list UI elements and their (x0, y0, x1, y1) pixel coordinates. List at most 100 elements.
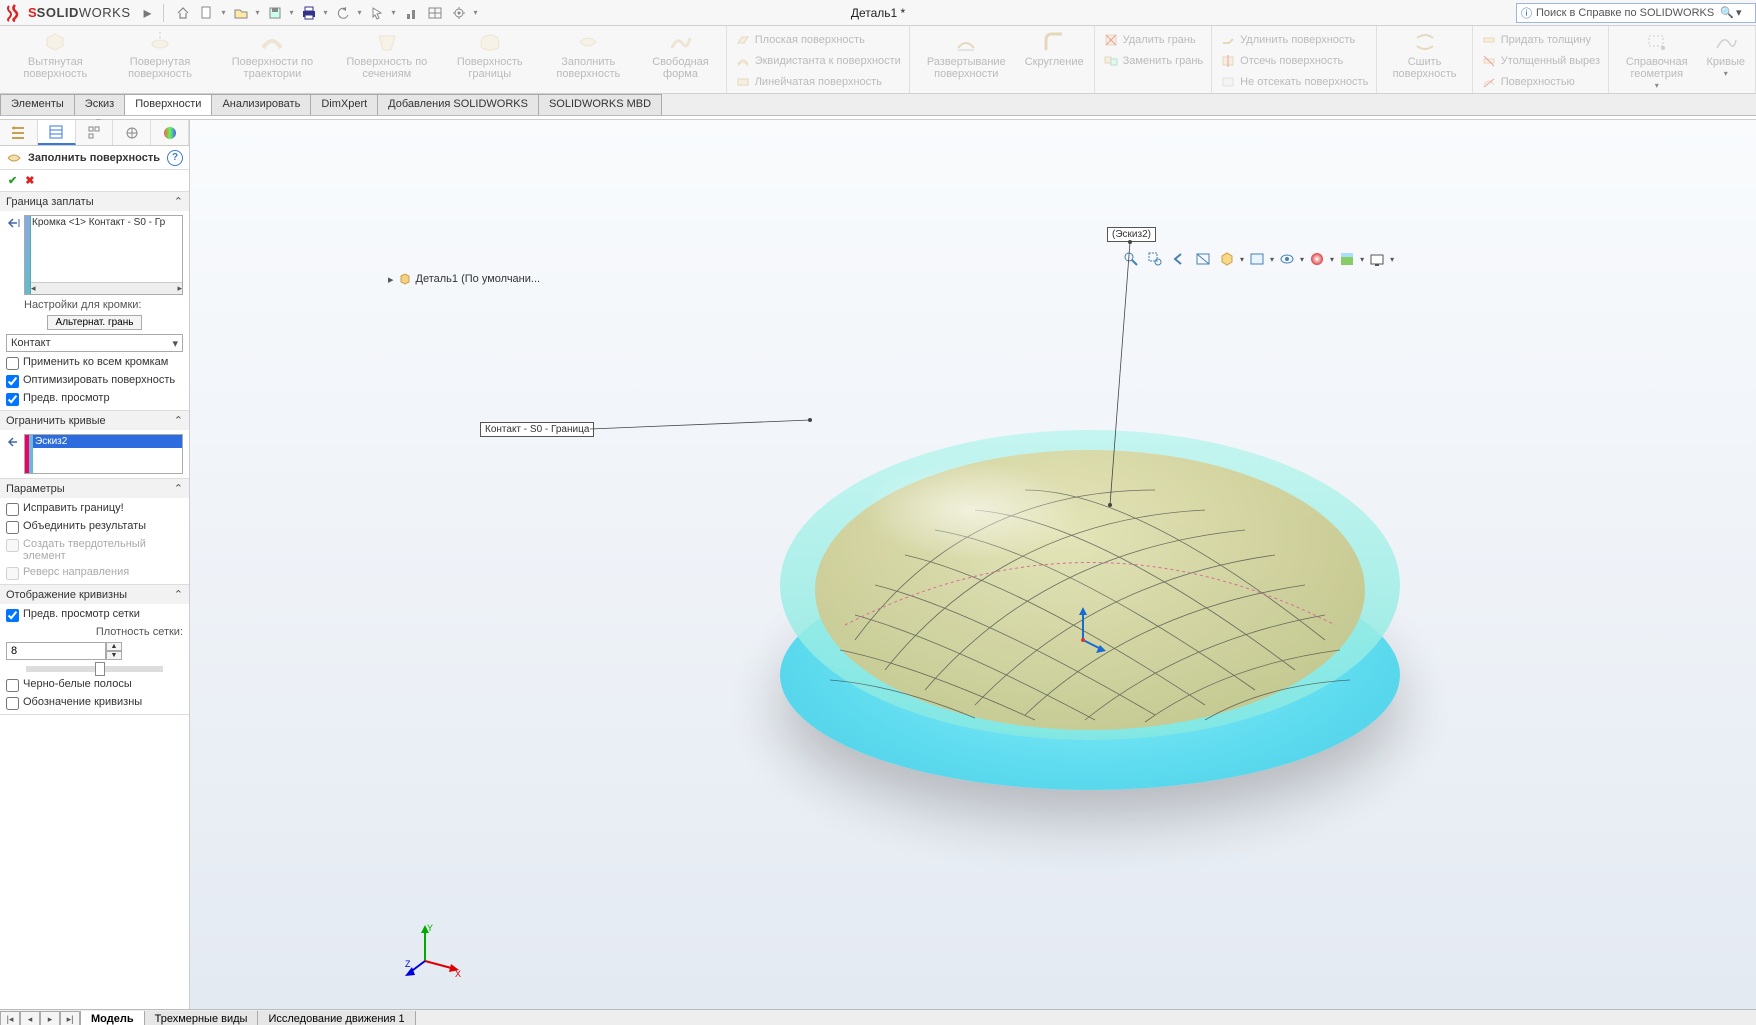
expand-tree-icon[interactable]: ▸ (388, 273, 394, 286)
merge-result-checkbox[interactable]: Объединить результаты (6, 520, 183, 534)
search-dropdown-icon[interactable]: ▾ (1736, 6, 1742, 19)
trim-surface-button[interactable]: Отсечь поверхность (1220, 51, 1368, 71)
offset-surface-button[interactable]: Эквидистанта к поверхности (735, 51, 901, 71)
hide-show-dropdown[interactable]: ▾ (1300, 255, 1304, 264)
configuration-manager-tab[interactable] (76, 120, 114, 145)
extend-surface-button[interactable]: Удлинить поверхность (1220, 30, 1368, 50)
tab-nav-first[interactable]: |◂ (0, 1011, 20, 1025)
graphics-viewport[interactable]: ▸ Деталь1 (По умолчани... ▾ ▾ ▾ ▾ ▾ ▾ (190, 120, 1756, 1009)
property-manager-tab[interactable] (38, 120, 76, 145)
ruled-surface-button[interactable]: Линейчатая поверхность (735, 72, 901, 92)
section-view-icon[interactable] (1192, 248, 1214, 270)
rebuild-icon[interactable] (400, 2, 422, 24)
tab-addins[interactable]: Добавления SOLIDWORKS (377, 94, 539, 115)
constraint-selection-list[interactable]: Эскиз2 (24, 434, 183, 474)
display-manager-tab[interactable] (151, 120, 189, 145)
tab-evaluate[interactable]: Анализировать (211, 94, 311, 115)
mesh-preview-checkbox[interactable]: Предв. просмотр сетки (6, 608, 183, 622)
search-magnifier-icon[interactable]: 🔍 (1720, 6, 1734, 19)
home-icon[interactable] (172, 2, 194, 24)
help-search-box[interactable]: ⓘ Поиск в Справке по SOLIDWORKS 🔍 ▾ (1516, 3, 1756, 23)
options-icon[interactable] (448, 2, 470, 24)
select-dropdown-icon[interactable]: ▾ (390, 2, 398, 24)
zebra-stripes-checkbox[interactable]: Черно-белые полосы (6, 678, 183, 692)
display-style-dropdown[interactable]: ▾ (1270, 255, 1274, 264)
tab-nav-prev[interactable]: ◂ (20, 1011, 40, 1025)
constraint-item[interactable]: Эскиз2 (33, 435, 182, 448)
replace-face-button[interactable]: Заменить грань (1103, 51, 1204, 71)
delete-face-button[interactable]: Удалить грань (1103, 30, 1204, 50)
options-dropdown-icon[interactable]: ▾ (472, 2, 480, 24)
hide-show-icon[interactable] (1276, 248, 1298, 270)
ok-button[interactable]: ✔ (8, 174, 17, 187)
revolved-surface-button[interactable]: Повернутая поверхность (107, 28, 214, 82)
new-dropdown-icon[interactable]: ▾ (220, 2, 228, 24)
view-settings-icon[interactable] (1366, 248, 1388, 270)
boundary-surface-button[interactable]: Поверхность границы (442, 28, 537, 82)
freeform-button[interactable]: Свободная форма (639, 28, 721, 82)
tab-nav-next[interactable]: ▸ (40, 1011, 60, 1025)
tab-dimxpert[interactable]: DimXpert (310, 94, 378, 115)
cut-with-surface-button[interactable]: Поверхностью (1481, 72, 1600, 92)
extruded-surface-button[interactable]: Вытянутая поверхность (4, 28, 107, 82)
dimxpert-manager-tab[interactable] (113, 120, 151, 145)
save-dropdown-icon[interactable]: ▾ (288, 2, 296, 24)
reference-geometry-button[interactable]: Справочная геометрия▾ (1613, 28, 1700, 93)
reverse-constraint-icon[interactable] (6, 434, 22, 450)
bottom-tab-model[interactable]: Модель (80, 1011, 145, 1025)
tab-mbd[interactable]: SOLIDWORKS MBD (538, 94, 662, 115)
select-icon[interactable] (366, 2, 388, 24)
expand-menu-icon[interactable]: ▸ (137, 2, 159, 24)
fillet-button[interactable]: Скругление (1019, 28, 1090, 70)
save-icon[interactable] (264, 2, 286, 24)
section-curvature-display[interactable]: Отображение кривизны⌃ (0, 585, 189, 604)
bottom-tab-motion-study[interactable]: Исследование движения 1 (257, 1011, 415, 1025)
tab-overflow-icon[interactable]: ▿ (96, 116, 101, 119)
help-feature-icon[interactable]: ? (167, 150, 183, 166)
open-dropdown-icon[interactable]: ▾ (254, 2, 262, 24)
fix-boundary-checkbox[interactable]: Исправить границу! (6, 502, 183, 516)
view-orientation-icon[interactable] (1216, 248, 1238, 270)
preview-checkbox[interactable]: Предв. просмотр (6, 392, 183, 406)
tab-elements[interactable]: Элементы (0, 94, 75, 115)
edge-callout[interactable]: Контакт - S0 - Граница (480, 422, 594, 437)
cancel-button[interactable]: ✖ (25, 174, 34, 187)
view-orientation-dropdown[interactable]: ▾ (1240, 255, 1244, 264)
flatten-surface-button[interactable]: Развертывание поверхности (914, 28, 1019, 82)
section-constraint-curves[interactable]: Ограничить кривые⌃ (0, 411, 189, 430)
print-icon[interactable] (298, 2, 320, 24)
edit-appearance-dropdown[interactable]: ▾ (1330, 255, 1334, 264)
tab-surfaces[interactable]: Поверхности (124, 94, 212, 115)
undo-dropdown-icon[interactable]: ▾ (356, 2, 364, 24)
print-dropdown-icon[interactable]: ▾ (322, 2, 330, 24)
scroll-left-icon[interactable]: ◂ (31, 283, 36, 294)
apply-scene-dropdown[interactable]: ▾ (1360, 255, 1364, 264)
layout-icon[interactable] (424, 2, 446, 24)
boundary-item[interactable]: Кромка <1> Контакт - S0 - Гр (32, 217, 181, 228)
bottom-tab-3dviews[interactable]: Трехмерные виды (144, 1011, 259, 1025)
feature-manager-tab[interactable] (0, 120, 38, 145)
tab-sketch[interactable]: Эскиз (74, 94, 125, 115)
view-settings-dropdown[interactable]: ▾ (1390, 255, 1394, 264)
edit-appearance-icon[interactable] (1306, 248, 1328, 270)
zoom-area-icon[interactable] (1144, 248, 1166, 270)
apply-to-all-checkbox[interactable]: Применить ко всем кромкам (6, 356, 183, 370)
tab-nav-last[interactable]: ▸| (60, 1011, 80, 1025)
reverse-boundary-icon[interactable] (6, 215, 22, 231)
thickened-cut-button[interactable]: Утолщенный вырез (1481, 51, 1600, 71)
mesh-density-slider[interactable] (26, 666, 163, 672)
curvature-combs-checkbox[interactable]: Обозначение кривизны (6, 696, 183, 710)
section-options[interactable]: Параметры⌃ (0, 479, 189, 498)
open-icon[interactable] (230, 2, 252, 24)
slider-thumb[interactable] (95, 662, 105, 676)
swept-surface-button[interactable]: Поверхности по траектории (214, 28, 332, 82)
thicken-button[interactable]: Придать толщину (1481, 30, 1600, 50)
mesh-density-input[interactable] (6, 642, 106, 660)
curvature-combo[interactable]: Контакт▾ (6, 334, 183, 352)
section-patch-boundary[interactable]: Граница заплаты⌃ (0, 192, 189, 211)
apply-scene-icon[interactable] (1336, 248, 1358, 270)
alternate-face-button[interactable]: Альтернат. грань (47, 315, 143, 330)
planar-surface-button[interactable]: Плоская поверхность (735, 30, 901, 50)
previous-view-icon[interactable] (1168, 248, 1190, 270)
display-style-icon[interactable] (1246, 248, 1268, 270)
